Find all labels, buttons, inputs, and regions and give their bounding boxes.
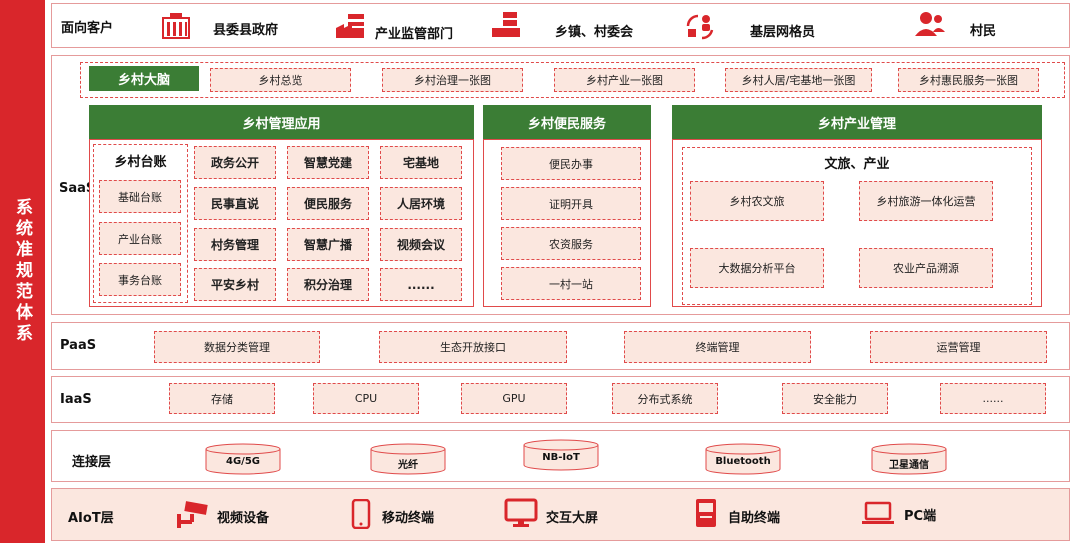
rural-management-title: 乡村管理应用: [89, 105, 474, 139]
connection-label: 连接层: [72, 455, 112, 470]
kiosk-terminal-icon: [696, 499, 716, 527]
iaas-distributed-system[interactable]: 分布式系统: [612, 383, 718, 414]
app-safe-village[interactable]: 平安乡村: [194, 268, 276, 301]
connect-4g5g: 4G/5G: [226, 456, 260, 467]
iaas-security-capability[interactable]: 安全能力: [782, 383, 888, 414]
aiot-pc: PC端: [904, 509, 937, 524]
service-agri-supplies[interactable]: 农资服务: [501, 227, 641, 260]
service-one-village-station[interactable]: 一村一站: [501, 267, 641, 300]
paas-operation-management[interactable]: 运营管理: [870, 331, 1047, 363]
app-living-environment[interactable]: 人居环境: [380, 187, 462, 220]
service-certificate[interactable]: 证明开具: [501, 187, 641, 220]
paas-label: PaaS: [60, 338, 97, 353]
paas-open-interface[interactable]: 生态开放接口: [379, 331, 567, 363]
sidebar-title: 系统准规范体系: [12, 198, 32, 345]
brain-item-governance-map[interactable]: 乡村治理一张图: [382, 68, 523, 92]
app-video-conference[interactable]: 视频会议: [380, 228, 462, 261]
aiot-video-device: 视频设备: [217, 511, 270, 526]
mobile-phone-icon: [351, 499, 371, 529]
iaas-cpu[interactable]: CPU: [313, 383, 419, 414]
rural-industry-title: 乡村产业管理: [672, 105, 1042, 139]
iaas-layer: IaaS 存储 CPU GPU 分布式系统 安全能力 ......: [51, 376, 1070, 423]
industry-factory-icon: [336, 14, 364, 38]
cctv-camera-icon: [177, 501, 208, 528]
brain-item-industry-map[interactable]: 乡村产业一张图: [554, 68, 695, 92]
connect-satellite: 卫星通信: [889, 460, 929, 471]
industry-tourism-operation[interactable]: 乡村旅游一体化运营: [859, 181, 993, 221]
brain-item-overview[interactable]: 乡村总览: [210, 68, 351, 92]
iaas-label: IaaS: [60, 392, 92, 407]
aiot-label: AIoT层: [68, 511, 114, 526]
system-standard-sidebar: 系统准规范体系: [0, 0, 45, 543]
app-points-governance[interactable]: 积分治理: [287, 268, 369, 301]
township-building-icon: [492, 12, 520, 37]
brain-item-welfare-map[interactable]: 乡村惠民服务一张图: [898, 68, 1039, 92]
app-village-affairs[interactable]: 村务管理: [194, 228, 276, 261]
iaas-more[interactable]: ......: [940, 383, 1046, 414]
connection-layer: 连接层 4G/5G 光纤 NB-IoT Bluetooth 卫星通信: [51, 430, 1070, 482]
iaas-gpu[interactable]: GPU: [461, 383, 567, 414]
aiot-layer: AIoT层 视频设备 移动终端 交互大屏 自助终端 PC端: [51, 488, 1070, 541]
app-more[interactable]: ......: [380, 268, 462, 301]
app-civil-voice[interactable]: 民事直说: [194, 187, 276, 220]
connect-nbiot: NB-IoT: [542, 452, 580, 463]
saas-layer: SaaS 乡村大脑 乡村总览 乡村治理一张图 乡村产业一张图 乡村人居/宅基地一…: [51, 55, 1070, 315]
monitor-screen-icon: [504, 498, 538, 527]
industry-product-traceability[interactable]: 农业产品溯源: [859, 248, 993, 288]
industry-agri-culture-tourism[interactable]: 乡村农文旅: [690, 181, 824, 221]
app-homestead[interactable]: 宅基地: [380, 146, 462, 179]
rural-brain-title: 乡村大脑: [89, 66, 199, 91]
aiot-self-service-terminal: 自助终端: [728, 511, 781, 526]
customer-county-government: 县委县政府: [213, 23, 279, 38]
customer-industry-regulator: 产业监管部门: [375, 27, 454, 42]
ledger-affairs[interactable]: 事务台账: [99, 263, 181, 296]
service-convenience-affairs[interactable]: 便民办事: [501, 147, 641, 180]
app-government-affairs[interactable]: 政务公开: [194, 146, 276, 179]
app-smart-broadcast[interactable]: 智慧广播: [287, 228, 369, 261]
industry-subtitle: 文旅、产业: [824, 157, 890, 172]
paas-layer: PaaS 数据分类管理 生态开放接口 终端管理 运营管理: [51, 322, 1070, 370]
app-convenience-service[interactable]: 便民服务: [287, 187, 369, 220]
industry-big-data-platform[interactable]: 大数据分析平台: [690, 248, 824, 288]
customers-layer: 面向客户 县委县政府 产业监管部门 乡镇、村委会 基层网格员 村民: [51, 3, 1070, 48]
laptop-icon: [862, 501, 894, 524]
government-building-icon: [162, 13, 190, 39]
grid-workers-icon: [686, 14, 714, 40]
customer-villagers: 村民: [970, 24, 997, 39]
brain-item-housing-map[interactable]: 乡村人居/宅基地一张图: [725, 68, 872, 92]
villagers-icon: [915, 12, 945, 36]
rural-services-title: 乡村便民服务: [483, 105, 651, 139]
ledger-basic[interactable]: 基础台账: [99, 180, 181, 213]
ledger-title: 乡村台账: [114, 155, 167, 170]
app-smart-party[interactable]: 智慧党建: [287, 146, 369, 179]
customer-grid-worker: 基层网格员: [750, 25, 816, 40]
connect-bluetooth: Bluetooth: [715, 456, 771, 467]
customers-label: 面向客户: [61, 21, 114, 36]
iaas-storage[interactable]: 存储: [169, 383, 275, 414]
ledger-industry[interactable]: 产业台账: [99, 222, 181, 255]
paas-terminal-management[interactable]: 终端管理: [624, 331, 811, 363]
connect-fiber: 光纤: [398, 460, 418, 471]
paas-data-classification[interactable]: 数据分类管理: [154, 331, 320, 363]
customer-township-village-committee: 乡镇、村委会: [555, 25, 634, 40]
aiot-mobile-terminal: 移动终端: [382, 511, 435, 526]
aiot-interactive-screen: 交互大屏: [546, 511, 599, 526]
